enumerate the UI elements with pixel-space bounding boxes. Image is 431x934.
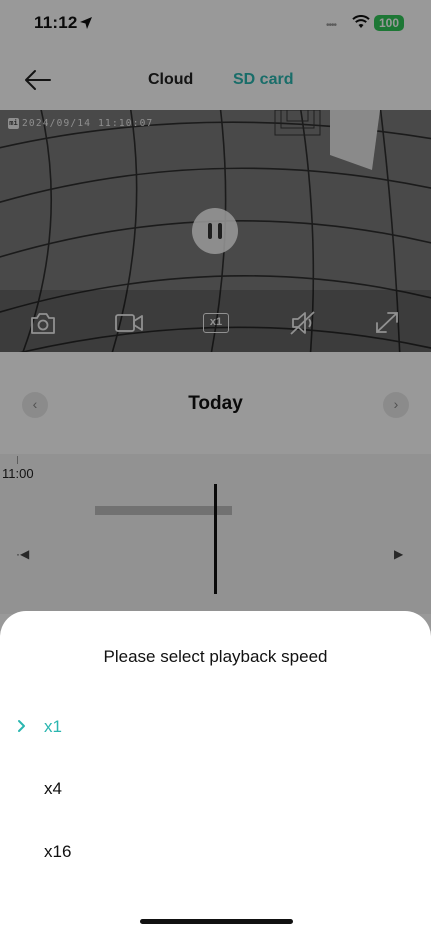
speed-option-x4[interactable]: x4	[0, 763, 431, 813]
speed-option-label: x1	[44, 717, 62, 736]
sheet-title: Please select playback speed	[103, 647, 328, 666]
speed-option-label: x4	[44, 779, 62, 798]
speed-option-label: x16	[44, 842, 72, 861]
home-indicator	[140, 919, 293, 924]
chevron-right-icon	[18, 720, 25, 732]
speed-option-x16[interactable]: x16	[0, 826, 431, 876]
playback-speed-sheet: Please select playback speed x1 x4 x16	[0, 611, 431, 934]
speed-option-x1[interactable]: x1	[0, 701, 431, 751]
